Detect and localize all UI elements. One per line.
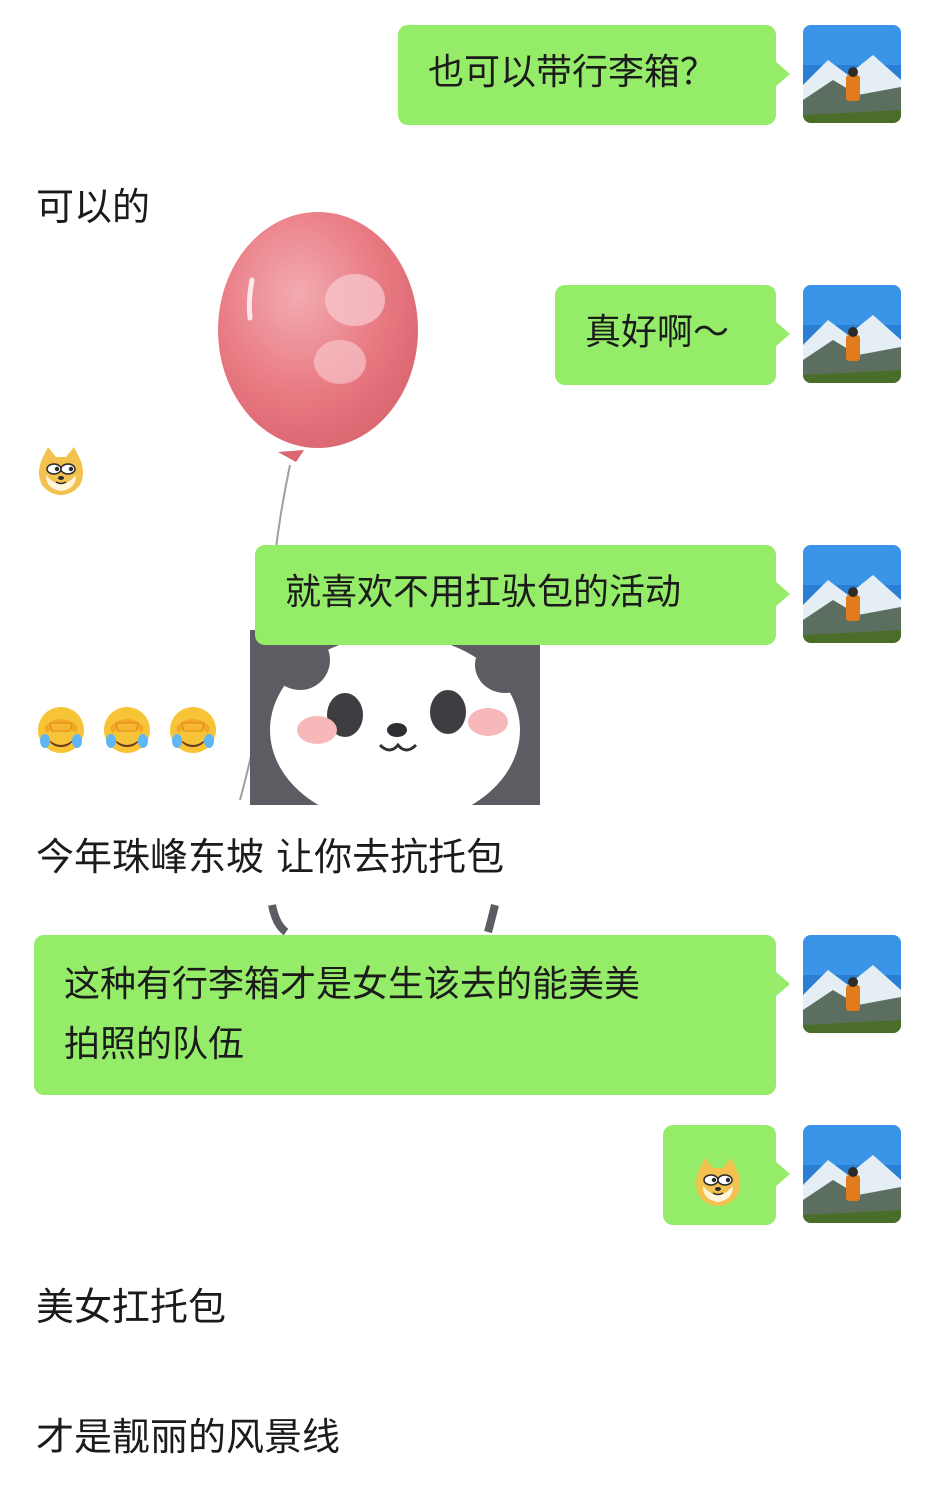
doge-emoji-icon xyxy=(39,446,83,495)
facepalm-laugh-icon xyxy=(38,706,84,753)
message-bubble[interactable]: 真好啊～ xyxy=(555,285,790,385)
message-text: 今年珠峰东坡 让你去抗托包 xyxy=(36,832,505,882)
mountain-avatar-icon xyxy=(803,285,901,383)
message-text: 真好啊～ xyxy=(585,312,730,353)
message-emoji-row xyxy=(36,442,90,495)
doge-emoji-icon xyxy=(696,1158,740,1206)
message-bubble[interactable] xyxy=(663,1125,790,1225)
message-text: 就喜欢不用扛驮包的活动 xyxy=(285,572,682,613)
mountain-avatar-icon xyxy=(803,935,901,1033)
message-row: 也可以带行李箱？ xyxy=(0,25,931,125)
avatar[interactable] xyxy=(803,25,901,123)
message-text: 才是靓丽的风景线 xyxy=(36,1415,341,1459)
message-bubble[interactable]: 这种有行李箱才是女生该去的能美美 拍照的队伍 xyxy=(34,935,790,1095)
message-bubble[interactable]: 也可以带行李箱？ xyxy=(398,25,790,125)
message-text: 也可以带行李箱？ xyxy=(428,52,717,93)
message-row: 就喜欢不用扛驮包的活动 xyxy=(0,545,931,645)
facepalm-laugh-icon xyxy=(104,706,151,753)
avatar[interactable] xyxy=(803,1125,901,1223)
message-text: 可以的 xyxy=(36,185,151,229)
facepalm-laugh-icon xyxy=(170,706,217,753)
message-row: 真好啊～ xyxy=(0,285,931,385)
mountain-avatar-icon xyxy=(803,25,901,123)
message-text-line: 拍照的队伍 xyxy=(64,1024,245,1065)
mountain-avatar-icon xyxy=(803,1125,901,1223)
avatar[interactable] xyxy=(803,545,901,643)
message-text: 美女扛托包 xyxy=(36,1285,227,1329)
mountain-avatar-icon xyxy=(803,545,901,643)
message-bubble[interactable]: 就喜欢不用扛驮包的活动 xyxy=(255,545,790,645)
message-row: 这种有行李箱才是女生该去的能美美 拍照的队伍 xyxy=(0,935,931,1095)
panda-icon xyxy=(250,630,540,936)
message-text-line: 这种有行李箱才是女生该去的能美美 xyxy=(64,964,641,1005)
avatar[interactable] xyxy=(803,285,901,383)
chat-view: 也可以带行李箱？ 可以的 真好啊～ 就喜欢不用扛驮包的活动 今年珠峰东坡 让你去… xyxy=(0,0,931,1507)
message-row xyxy=(0,1125,931,1225)
avatar[interactable] xyxy=(803,935,901,1033)
message-emoji-row xyxy=(36,702,222,755)
